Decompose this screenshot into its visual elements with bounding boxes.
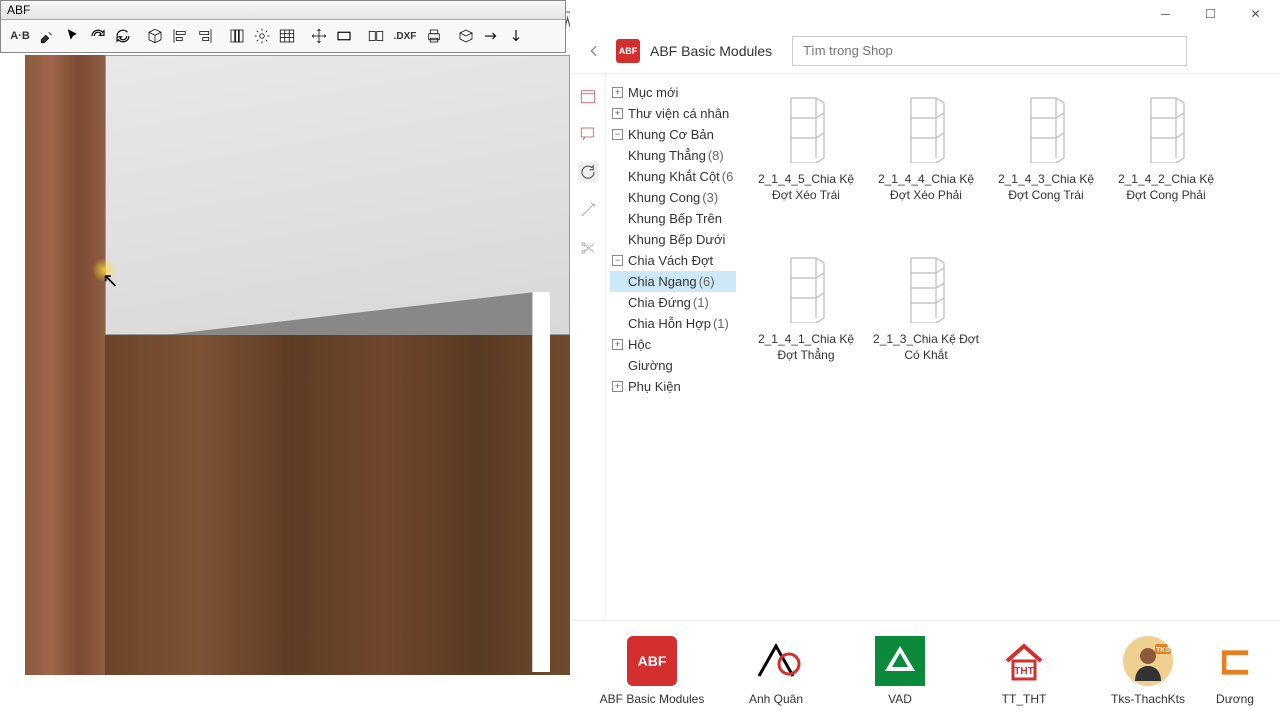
tree-chia-hon-hop[interactable]: Chia Hỗn Hợp(1) (610, 313, 736, 334)
tool-select[interactable] (61, 24, 85, 48)
measure-icon[interactable] (578, 200, 598, 220)
tool-refresh-1[interactable] (86, 24, 110, 48)
panel-front (105, 335, 570, 675)
tool-panels[interactable] (364, 24, 388, 48)
panel-title: ABF Basic Modules (650, 43, 772, 59)
tool-refresh-2[interactable] (111, 24, 135, 48)
tool-align-r[interactable] (193, 24, 217, 48)
gallery-item[interactable]: 2_1_3_Chia Kệ Đợt Có Khắt (866, 244, 986, 404)
provider-duong[interactable]: ⊏ Dương (1210, 636, 1260, 706)
tool-ab[interactable]: A·B (5, 24, 35, 48)
maximize-button[interactable]: ☐ (1188, 0, 1233, 28)
cursor-icon: ↖ (102, 268, 119, 293)
tree-hoc[interactable]: +Hộc (610, 334, 736, 355)
gallery-item[interactable]: 2_1_4_3_Chia Kệ Đợt Cong Trái (986, 84, 1106, 244)
gallery-item[interactable]: 2_1_4_4_Chia Kệ Đợt Xéo Phải (866, 84, 986, 244)
window-controls: ─ ☐ ✕ (570, 0, 1280, 28)
panel-header: ABF ABF Basic Modules (570, 28, 1280, 74)
tool-print[interactable] (422, 24, 446, 48)
back-button[interactable] (582, 39, 606, 63)
provider-vad[interactable]: VAD (838, 636, 962, 706)
tree-khung-co-ban[interactable]: −Khung Cơ Bản (610, 124, 736, 145)
provider-anh-quan[interactable]: Anh Quân (714, 636, 838, 706)
svg-text:TKS: TKS (1156, 647, 1170, 654)
shelf-thumb-icon (891, 88, 961, 168)
calendar-icon[interactable] (578, 86, 598, 106)
tool-table[interactable] (275, 24, 299, 48)
abf-toolbar-window: ABF A·B .DXF (0, 0, 566, 53)
tool-settings[interactable] (250, 24, 274, 48)
tool-cube[interactable] (143, 24, 167, 48)
library-panel: ─ ☐ ✕ ABF ABF Basic Modules +Mục mới +Th… (570, 0, 1280, 720)
module-gallery: 2_1_4_5_Chia Kệ Đợt Xéo Trái 2_1_4_4_Chi… (740, 74, 1280, 620)
sync-icon[interactable] (578, 162, 598, 182)
search-input[interactable] (792, 36, 1187, 66)
shelf-thumb-icon (771, 248, 841, 328)
tree-chia-dung[interactable]: Chia Đứng(1) (610, 292, 736, 313)
tool-box[interactable] (454, 24, 478, 48)
tool-arrow-d[interactable] (504, 24, 528, 48)
tool-move[interactable] (307, 24, 331, 48)
panel-side (25, 55, 105, 675)
tree-phu-kien[interactable]: +Phụ Kiện (610, 376, 736, 397)
tool-align-l[interactable] (168, 24, 192, 48)
tree-thu-vien[interactable]: +Thư viện cá nhân (610, 103, 736, 124)
gallery-item[interactable]: 2_1_4_5_Chia Kệ Đợt Xéo Trái (746, 84, 866, 244)
tree-khung-khat[interactable]: Khung Khắt Cột(6 (610, 166, 736, 187)
tool-eraser[interactable] (36, 24, 60, 48)
comment-icon[interactable] (578, 124, 598, 144)
tree-khung-bep-duoi[interactable]: Khung Bếp Dưới (610, 229, 736, 250)
provider-tks[interactable]: TKS Tks-ThachKts (1086, 636, 1210, 706)
shelf-thumb-icon (1131, 88, 1201, 168)
tree-chia-vach[interactable]: −Chia Vách Đợt (610, 250, 736, 271)
viewport-3d[interactable]: ↖ (0, 0, 570, 720)
side-iconbar (570, 74, 606, 620)
tree-khung-bep-tren[interactable]: Khung Bếp Trên (610, 208, 736, 229)
tree-khung-thang[interactable]: Khung Thẳng(8) (610, 145, 736, 166)
shelf-thumb-icon (771, 88, 841, 168)
tree-khung-cong[interactable]: Khung Cong(3) (610, 187, 736, 208)
scissors-icon[interactable] (578, 238, 598, 258)
abf-toolbar: A·B .DXF (1, 20, 565, 52)
tree-giuong[interactable]: Giường (610, 355, 736, 376)
svg-text:THT: THT (1014, 666, 1033, 677)
tool-columns[interactable] (225, 24, 249, 48)
shelf-thumb-icon (891, 248, 961, 328)
abf-logo-icon: ABF (616, 39, 640, 63)
tool-dxf[interactable]: .DXF (389, 24, 421, 48)
abf-title[interactable]: ABF (1, 1, 565, 20)
shelf-thumb-icon (1011, 88, 1081, 168)
provider-abf[interactable]: ABF ABF Basic Modules (590, 636, 714, 706)
tool-rect[interactable] (332, 24, 356, 48)
panel-edge (532, 292, 550, 672)
gallery-item[interactable]: 2_1_4_1_Chia Kệ Đợt Thẳng (746, 244, 866, 404)
provider-tt-tht[interactable]: THT TT_THT (962, 636, 1086, 706)
tool-arrow-r[interactable] (479, 24, 503, 48)
close-button[interactable]: ✕ (1233, 0, 1278, 28)
provider-strip: ABF ABF Basic Modules Anh Quân VAD THT T… (570, 620, 1280, 720)
tree-chia-ngang[interactable]: Chia Ngang(6) (610, 271, 736, 292)
gallery-item[interactable]: 2_1_4_2_Chia Kệ Đợt Cong Phải (1106, 84, 1226, 244)
tree-muc-moi[interactable]: +Mục mới (610, 82, 736, 103)
minimize-button[interactable]: ─ (1143, 0, 1188, 28)
category-tree: +Mục mới +Thư viện cá nhân −Khung Cơ Bản… (606, 74, 740, 620)
